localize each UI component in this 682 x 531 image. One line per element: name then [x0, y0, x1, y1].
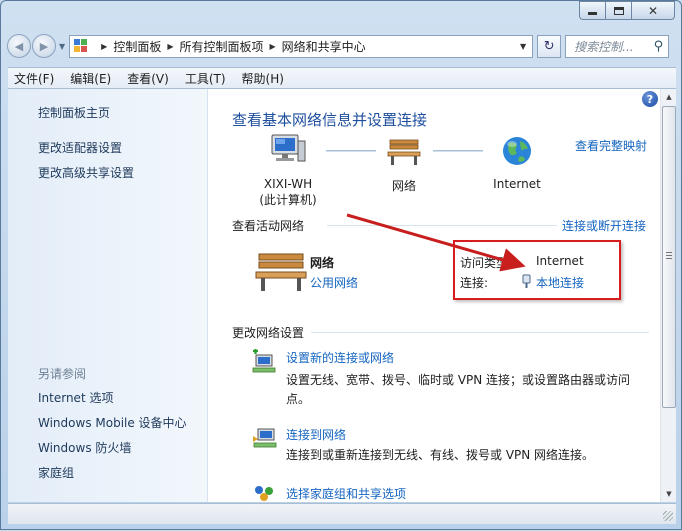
close-icon: ✕ [647, 3, 659, 18]
map-connector [326, 150, 376, 152]
status-bar [8, 503, 676, 524]
node-internet: Internet [485, 135, 549, 192]
globe-icon [503, 137, 531, 165]
page-title: 查看基本网络信息并设置连接 [232, 111, 428, 129]
breadcrumb-control-panel[interactable]: 控制面板 [113, 38, 161, 55]
network-name: 网络 [310, 256, 335, 270]
search-placeholder: 搜索控制... [574, 39, 634, 54]
breadcrumb-separator[interactable]: ▶ [101, 42, 107, 51]
breadcrumb-network-center[interactable]: 网络和共享中心 [282, 38, 366, 55]
address-dropdown-icon[interactable]: ▼ [520, 42, 526, 51]
sidebar-item-homegroup[interactable]: 家庭组 [38, 464, 74, 481]
change-settings-title: 更改网络设置 [232, 326, 305, 340]
bench-icon [255, 253, 307, 291]
vertical-scrollbar[interactable]: ▲ ▼ [660, 89, 676, 502]
node-computer-name: XIXI-WH [263, 177, 313, 191]
homegroup-sharing-link[interactable]: 选择家庭组和共享选项 [286, 485, 406, 502]
sidebar-item-internet-options[interactable]: Internet 选项 [38, 389, 113, 406]
node-computer: XIXI-WH (此计算机) [251, 133, 325, 208]
node-computer-sublabel: (此计算机) [259, 193, 317, 207]
search-input[interactable]: 搜索控制... ⚲ [565, 34, 670, 58]
help-icon[interactable]: ? [642, 91, 658, 107]
sidebar-item-control-panel-home[interactable]: 控制面板主页 [38, 104, 110, 121]
caption-buttons: ✕ [579, 1, 675, 20]
homegroup-icon [255, 486, 273, 501]
setup-connection-link[interactable]: 设置新的连接或网络 [286, 349, 394, 366]
grip-icon [666, 252, 672, 259]
menu-file[interactable]: 文件(F) [14, 70, 54, 87]
control-panel-icon [74, 38, 92, 54]
scrollbar-thumb[interactable] [662, 106, 676, 408]
back-arrow-icon: ◀ [14, 39, 24, 53]
menu-view[interactable]: 查看(V) [127, 70, 169, 87]
computer-icon [271, 134, 306, 162]
section-divider [327, 225, 557, 226]
refresh-button[interactable]: ↻ [537, 34, 562, 58]
setup-connection-description: 设置无线、宽带、拨号、临时或 VPN 连接；或设置路由器或访问 点。 [286, 371, 646, 409]
close-button[interactable]: ✕ [631, 1, 675, 20]
setup-connection-desc-line1: 设置无线、宽带、拨号、临时或 VPN 连接；或设置路由器或访问 [286, 373, 631, 387]
full-map-link[interactable]: 查看完整映射 [575, 137, 647, 154]
back-button[interactable]: ◀ [7, 34, 31, 58]
forward-button[interactable]: ▶ [32, 34, 56, 58]
connect-to-network-link[interactable]: 连接到网络 [286, 426, 346, 443]
network-type-link[interactable]: 公用网络 [310, 274, 358, 291]
address-bar[interactable]: ▶ 控制面板 ▶ 所有控制面板项 ▶ 网络和共享中心 ▼ [69, 34, 534, 58]
node-network-label: 网络 [391, 179, 416, 193]
scroll-up-arrow-icon[interactable]: ▲ [661, 89, 676, 105]
sidebar-item-windows-mobile[interactable]: Windows Mobile 设备中心 [38, 414, 187, 431]
setup-connection-desc-line2: 点。 [286, 392, 311, 406]
sidebar-item-adapter-settings[interactable]: 更改适配器设置 [38, 139, 122, 156]
connect-to-network-description: 连接到或重新连接到无线、有线、拨号或 VPN 网络连接。 [286, 448, 595, 462]
resize-grip-icon[interactable] [663, 511, 673, 521]
window: ✕ ◀ ▶ ▼ ▶ 控制面板 ▶ 所有控制面板项 ▶ 网络和共享中心 ▼ ↻ 搜… [0, 0, 682, 530]
forward-arrow-icon: ▶ [39, 39, 49, 53]
node-internet-label: Internet [493, 177, 541, 191]
menu-help[interactable]: 帮助(H) [242, 70, 284, 87]
minimize-button[interactable] [579, 1, 605, 20]
sidebar-item-advanced-sharing[interactable]: 更改高级共享设置 [38, 164, 134, 181]
minimize-icon [588, 12, 597, 15]
sidebar: 控制面板主页 更改适配器设置 更改高级共享设置 另请参阅 Internet 选项… [8, 89, 208, 502]
map-connector [433, 150, 483, 152]
new-connection-icon [252, 349, 276, 373]
scroll-down-arrow-icon[interactable]: ▼ [661, 486, 676, 502]
bench-icon [387, 139, 421, 165]
breadcrumb-all-items[interactable]: 所有控制面板项 [179, 38, 263, 55]
connect-disconnect-link[interactable]: 连接或断开连接 [562, 217, 646, 234]
breadcrumb-separator[interactable]: ▶ [167, 42, 173, 51]
sidebar-item-firewall[interactable]: Windows 防火墙 [38, 439, 131, 456]
node-network: 网络 [379, 137, 429, 194]
see-also-heading: 另请参阅 [38, 367, 87, 381]
refresh-icon: ↻ [543, 38, 555, 54]
menu-edit[interactable]: 编辑(E) [70, 70, 111, 87]
maximize-icon [613, 6, 624, 15]
menu-tools[interactable]: 工具(T) [185, 70, 226, 87]
section-divider [311, 332, 649, 333]
menu-bar: 文件(F) 编辑(E) 查看(V) 工具(T) 帮助(H) [8, 67, 676, 89]
maximize-button[interactable] [605, 1, 631, 20]
breadcrumb-separator[interactable]: ▶ [270, 42, 276, 51]
active-networks-title: 查看活动网络 [232, 219, 305, 233]
search-icon[interactable]: ⚲ [654, 39, 664, 54]
connect-network-icon [253, 428, 277, 448]
recent-pages-dropdown[interactable]: ▼ [59, 42, 65, 51]
annotation-highlight-box [453, 240, 621, 300]
navigation-bar: ◀ ▶ ▼ ▶ 控制面板 ▶ 所有控制面板项 ▶ 网络和共享中心 ▼ ↻ 搜索控… [7, 31, 677, 61]
